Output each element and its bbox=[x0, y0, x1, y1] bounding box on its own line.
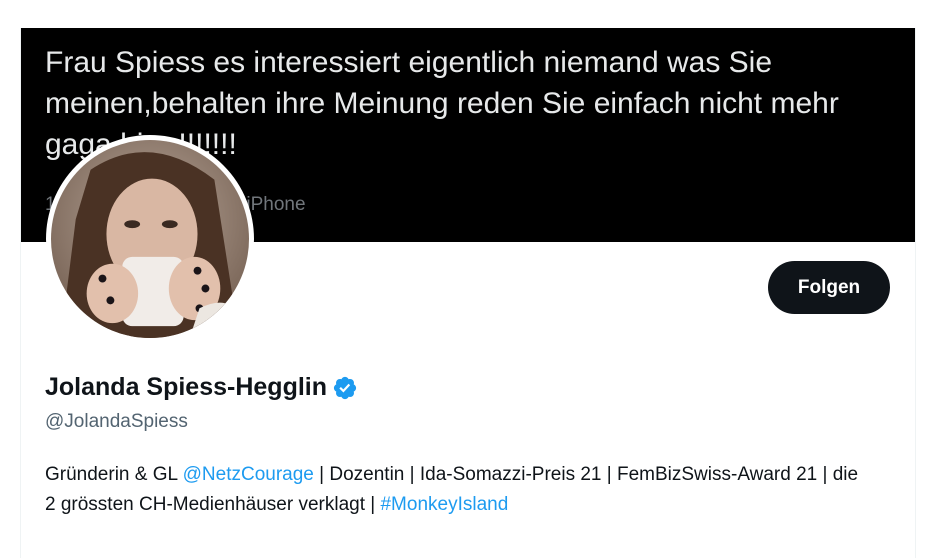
bio-hashtag-link[interactable]: #MonkeyIsland bbox=[380, 494, 508, 515]
profile-handle: @JolandaSpiess bbox=[45, 411, 188, 432]
bio-mention-link[interactable]: @NetzCourage bbox=[183, 464, 314, 485]
profile-bio: Gründerin & GL @NetzCourage | Dozentin |… bbox=[45, 460, 865, 520]
avatar-photo bbox=[51, 140, 249, 338]
profile-card: Frau Spiess es interessiert eigentlich n… bbox=[20, 28, 916, 558]
verified-badge-icon[interactable] bbox=[332, 375, 358, 401]
display-name: Jolanda Spiess-Hegglin bbox=[45, 373, 328, 401]
follow-button[interactable]: Folgen bbox=[768, 261, 890, 314]
name-row: Jolanda Spiess-Hegglin bbox=[45, 373, 358, 402]
bio-text-1: Gründerin & GL bbox=[45, 464, 183, 485]
avatar[interactable] bbox=[46, 135, 254, 343]
